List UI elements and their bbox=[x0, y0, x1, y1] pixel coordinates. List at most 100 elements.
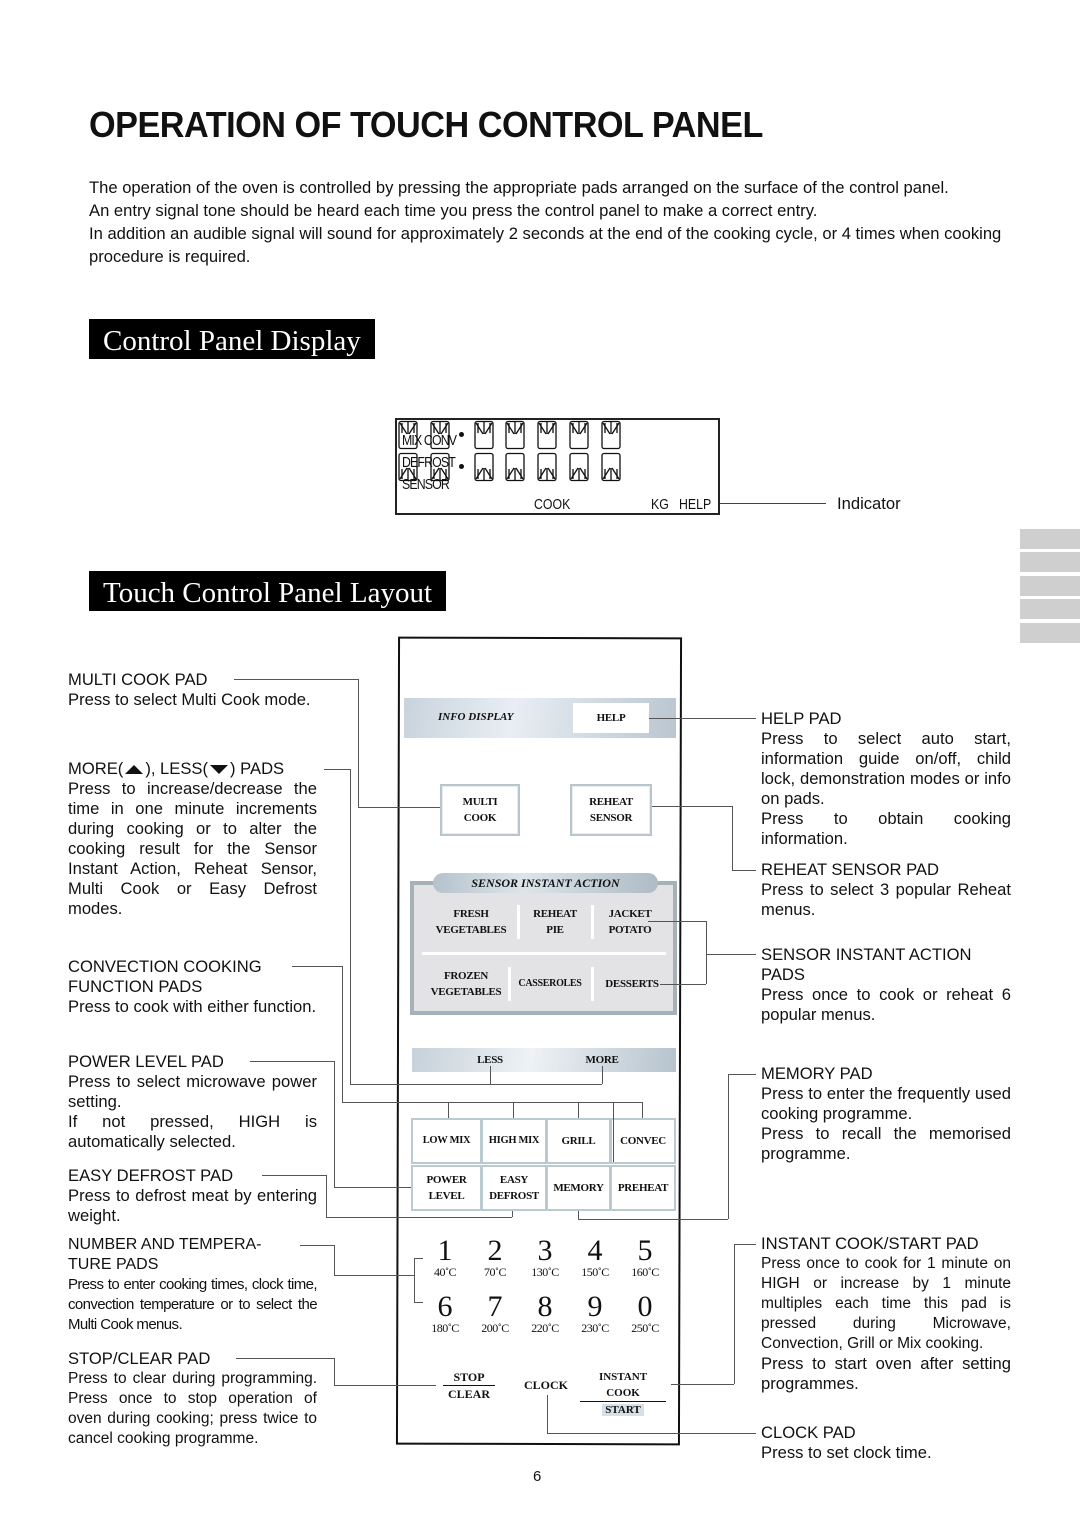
lcd-colon-dot bbox=[459, 432, 464, 437]
clock-pad[interactable]: CLOCK bbox=[518, 1377, 574, 1393]
pad-label: POWER bbox=[426, 1174, 467, 1186]
number-pad[interactable]: 6 180˚C bbox=[420, 1292, 470, 1335]
lcd-display: MIX CONV DEFROST SENSOR COOK KG HELP bbox=[395, 418, 720, 515]
intro-text: The operation of the oven is controlled … bbox=[89, 176, 1014, 268]
section-heading-layout: Touch Control Panel Layout bbox=[89, 571, 446, 611]
callout-heading: TURE PADS bbox=[68, 1256, 159, 1273]
reheat-pie-pad[interactable]: REHEAT PIE bbox=[521, 905, 589, 939]
pad-label: VEGETABLES bbox=[430, 986, 502, 998]
lcd-segment-digit bbox=[504, 420, 526, 450]
number-pad-digit: 4 bbox=[587, 1234, 603, 1267]
number-pad[interactable]: 9 230˚C bbox=[570, 1292, 620, 1335]
stop-clear-pad[interactable]: STOP CLEAR bbox=[443, 1369, 495, 1402]
easy-defrost-pad[interactable]: EASY DEFROST bbox=[481, 1165, 547, 1211]
pad-label: DEFROST bbox=[489, 1190, 539, 1202]
callout-heading: CONVECTION COOKING bbox=[68, 957, 262, 976]
leader-line bbox=[334, 1358, 335, 1385]
leader-line bbox=[706, 921, 707, 984]
memory-pad[interactable]: MEMORY bbox=[546, 1165, 611, 1211]
section-heading-display: Control Panel Display bbox=[89, 319, 375, 359]
number-pad-digit: 2 bbox=[487, 1234, 503, 1267]
pad-label: SENSOR bbox=[589, 812, 633, 824]
callout-heading: NUMBER AND TEMPERA- bbox=[68, 1236, 262, 1253]
lcd-segment-digit bbox=[429, 420, 451, 450]
number-pad[interactable]: 8 220˚C bbox=[520, 1292, 570, 1335]
number-pad[interactable]: 1 40˚C bbox=[420, 1236, 470, 1279]
preheat-pad[interactable]: PREHEAT bbox=[610, 1165, 676, 1211]
divider bbox=[591, 905, 594, 939]
frozen-vegetables-pad[interactable]: FROZEN VEGETABLES bbox=[426, 967, 506, 1001]
jacket-potato-pad[interactable]: JACKET POTATO bbox=[595, 905, 665, 939]
lcd-segment-digit bbox=[473, 452, 495, 482]
callout-description: Press to increase/decrease the time in o… bbox=[68, 779, 317, 918]
callout-heading: HELP PAD bbox=[761, 709, 842, 728]
number-pad-temperature: 250˚C bbox=[631, 1321, 659, 1335]
number-pad-digit: 5 bbox=[637, 1234, 653, 1267]
heading-part: ) PADS bbox=[230, 759, 285, 778]
indicator-label: Indicator bbox=[837, 494, 901, 513]
intro-paragraph: The operation of the oven is controlled … bbox=[89, 178, 949, 197]
number-pad[interactable]: 4 150˚C bbox=[570, 1236, 620, 1279]
help-pad[interactable]: HELP bbox=[573, 703, 649, 733]
high-mix-pad[interactable]: HIGH MIX bbox=[481, 1118, 547, 1164]
callout-description: Press to clear during programming. Press… bbox=[68, 1370, 317, 1447]
callout-description: Press to select 3 popular Reheat menus. bbox=[761, 880, 1011, 919]
casseroles-pad[interactable]: CASSEROLES bbox=[511, 967, 589, 1001]
number-pad[interactable]: 3 130˚C bbox=[520, 1236, 570, 1279]
sensor-instant-action-label: SENSOR INSTANT ACTION bbox=[433, 873, 658, 893]
lcd-segment-digit bbox=[536, 452, 558, 482]
pad-label: REHEAT bbox=[589, 796, 633, 808]
leader-line bbox=[350, 1084, 602, 1085]
low-mix-pad[interactable]: LOW MIX bbox=[411, 1118, 482, 1164]
grill-pad[interactable]: GRILL bbox=[546, 1118, 611, 1164]
leader-line bbox=[512, 1211, 513, 1217]
leader-line bbox=[671, 1384, 734, 1385]
pad-label: PIE bbox=[546, 924, 564, 936]
callout-description: Press to obtain cooking information. bbox=[761, 809, 1011, 848]
number-pad-digit: 1 bbox=[437, 1234, 453, 1267]
pad-label: COOK bbox=[463, 812, 497, 824]
leader-line bbox=[334, 1187, 411, 1188]
instant-cook-start-pad[interactable]: INSTANT COOK START bbox=[580, 1369, 666, 1418]
leader-line bbox=[414, 1302, 423, 1303]
convec-pad[interactable]: CONVEC bbox=[610, 1118, 676, 1164]
reheat-sensor-pad[interactable]: REHEAT SENSOR bbox=[570, 784, 652, 836]
callout-description: Press once to cook or reheat 6 popular m… bbox=[761, 985, 1011, 1024]
leader-line bbox=[334, 1385, 436, 1386]
number-pad-temperature: 220˚C bbox=[531, 1321, 559, 1335]
side-tab bbox=[1020, 576, 1080, 596]
callout-more-less: MORE(), LESS() PADS Press to increase/de… bbox=[68, 759, 317, 919]
leader-line bbox=[642, 1102, 643, 1118]
leader-line bbox=[342, 1102, 642, 1103]
lcd-colon-dot bbox=[459, 464, 464, 469]
leader-line bbox=[728, 1074, 756, 1075]
leader-line bbox=[578, 1211, 579, 1219]
power-level-pad[interactable]: POWER LEVEL bbox=[411, 1165, 482, 1211]
desserts-pad[interactable]: DESSERTS bbox=[595, 967, 669, 1001]
number-pad[interactable]: 0 250˚C bbox=[620, 1292, 670, 1335]
side-tab bbox=[1020, 529, 1080, 549]
multi-cook-pad[interactable]: MULTI COOK bbox=[440, 784, 520, 836]
callout-heading: MEMORY PAD bbox=[761, 1064, 873, 1083]
leader-line bbox=[358, 679, 359, 807]
callout-instant-cook: INSTANT COOK/START PAD Press once to coo… bbox=[761, 1234, 1011, 1394]
callout-reheat-sensor: REHEAT SENSOR PAD Press to select 3 popu… bbox=[761, 860, 1011, 920]
number-pad[interactable]: 5 160˚C bbox=[620, 1236, 670, 1279]
number-pad[interactable]: 2 70˚C bbox=[470, 1236, 520, 1279]
pad-label: FROZEN bbox=[443, 970, 489, 982]
callout-description: Press to cook with either function. bbox=[68, 997, 317, 1016]
leader-line bbox=[350, 769, 351, 1084]
lcd-segment-digit bbox=[568, 420, 590, 450]
leader-line bbox=[602, 1066, 603, 1084]
leader-line bbox=[513, 1102, 514, 1118]
callout-heading: REHEAT SENSOR PAD bbox=[761, 860, 939, 879]
callout-number-temp: NUMBER AND TEMPERA- TURE PADS Press to e… bbox=[68, 1235, 318, 1335]
number-pad[interactable]: 7 200˚C bbox=[470, 1292, 520, 1335]
callout-description: Press to defrost meat by entering weight… bbox=[68, 1186, 317, 1225]
leader-line bbox=[448, 1102, 449, 1118]
page-number: 6 bbox=[533, 1468, 542, 1485]
fresh-vegetables-pad[interactable]: FRESH VEGETABLES bbox=[428, 905, 514, 939]
callout-memory: MEMORY PAD Press to enter the frequently… bbox=[761, 1064, 1011, 1164]
callout-convection: CONVECTION COOKING FUNCTION PADS Press t… bbox=[68, 957, 317, 1017]
leader-line bbox=[732, 806, 733, 870]
